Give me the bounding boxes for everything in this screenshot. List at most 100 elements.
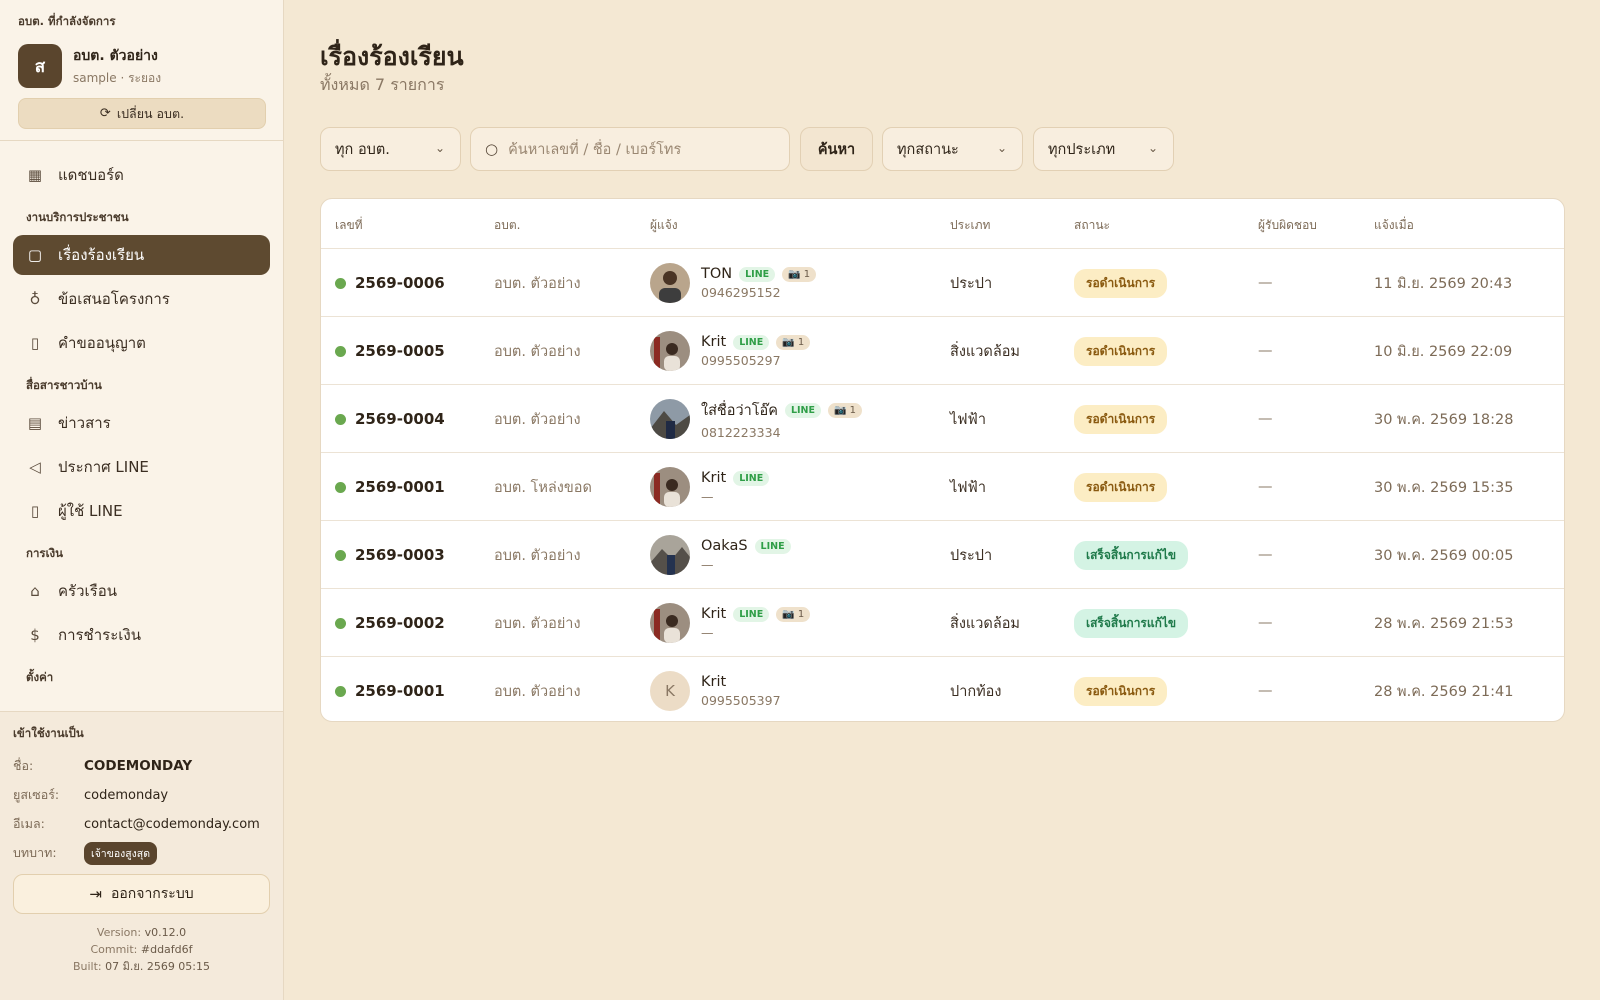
avatar [650, 263, 690, 303]
reporter-phone: — [701, 489, 714, 504]
status-badge: รอดำเนินการ [1074, 404, 1168, 434]
row-date: 11 มิ.ย. 2569 20:43 [1374, 275, 1513, 292]
sidebar-item-label: ข่าวสาร [58, 414, 111, 432]
user-email-label: อีเมล: [13, 816, 45, 831]
search-input[interactable]: ○ ค้นหาเลขที่ / ชื่อ / เบอร์โทร [470, 127, 790, 171]
reporter-name: Krit [701, 674, 727, 690]
table-row[interactable]: 2569-0001 อบต. โหล่งขอด Krit LINE — ไฟฟ้า… [321, 453, 1564, 521]
user-email: contact@codemonday.com [84, 816, 260, 832]
row-org: อบต. ตัวอย่าง [494, 547, 581, 564]
reporter-phone: 0946295152 [701, 285, 781, 300]
status-badge: รอดำเนินการ [1074, 472, 1168, 502]
complaint-id: 2569-0001 [355, 682, 445, 700]
sidebar-item-label: เรื่องร้องเรียน [58, 246, 145, 264]
sidebar-nav: ▦ แดชบอร์ด งานบริการประชาชน ▢ เรื่องร้อง… [0, 141, 283, 711]
org-switcher: อบต. ที่กำลังจัดการ ส อบต. ตัวอย่าง samp… [0, 0, 283, 141]
table-row[interactable]: 2569-0002 อบต. ตัวอย่าง Krit LINE 📷 1 — สิ… [321, 589, 1564, 657]
role-badge: เจ้าของสูงสุด [84, 841, 158, 865]
nav-section-settings: ตั้งค่า [26, 670, 54, 684]
logout-icon: ⇥ [89, 885, 102, 903]
sidebar-item-label: คำขออนุญาต [58, 334, 146, 352]
table-row[interactable]: 2569-0004 อบต. ตัวอย่าง ใส่ชื่อว่าโอ๊ค LI… [321, 385, 1564, 453]
org-filter-select[interactable]: ทุก อบต. ⌄ [320, 127, 461, 171]
logout-button[interactable]: ⇥ ออกจากระบบ [13, 874, 270, 914]
document-icon: ▯ [30, 334, 40, 352]
sidebar-item-dashboard[interactable]: ▦ แดชบอร์ด [13, 155, 270, 195]
sidebar-item-payments[interactable]: $ การชำระเงิน [13, 615, 270, 655]
complaint-id: 2569-0003 [355, 546, 445, 564]
line-badge: LINE [733, 334, 770, 350]
receipt-icon: $ [30, 626, 40, 644]
row-assignee: — [1258, 615, 1273, 631]
reporter-phone: — [701, 625, 714, 640]
line-badge: LINE [733, 606, 770, 622]
status-filter-select[interactable]: ทุกสถานะ ⌄ [882, 127, 1023, 171]
reporter-phone: — [701, 557, 714, 572]
status-badge: เสร็จสิ้นการแก้ไข [1074, 540, 1189, 570]
status-dot [335, 549, 346, 561]
header-assignee: ผู้รับผิดชอบ [1258, 218, 1317, 232]
sidebar-item-label: การชำระเงิน [58, 626, 141, 644]
table-header: เลขที่ อบต. ผู้แจ้ง ประเภท สถานะ ผู้รับผ… [321, 199, 1564, 249]
switch-org-button[interactable]: ⟳ เปลี่ยน อบต. [18, 98, 266, 129]
row-assignee: — [1258, 479, 1273, 495]
sidebar-item-label: ข้อเสนอโครงการ [58, 290, 170, 308]
type-filter-select[interactable]: ทุกประเภท ⌄ [1033, 127, 1174, 171]
row-date: 30 พ.ค. 2569 00:05 [1374, 547, 1514, 564]
sidebar-item-label: แดชบอร์ด [58, 166, 124, 184]
sidebar-item-permits[interactable]: ▯ คำขออนุญาต [13, 323, 270, 363]
row-type: ปากท้อง [950, 683, 1002, 700]
sidebar-item-households[interactable]: ⌂ ครัวเรือน [13, 571, 270, 611]
user-username-label: ยูสเซอร์: [13, 787, 60, 802]
reporter-name: Krit [701, 470, 727, 486]
reporter-name: Krit [701, 334, 727, 350]
row-org: อบต. ตัวอย่าง [494, 343, 581, 360]
sidebar-item-line-users[interactable]: ▯ ผู้ใช้ LINE [13, 491, 270, 531]
commit-label: Commit: [90, 943, 138, 956]
row-org: อบต. ตัวอย่าง [494, 411, 581, 428]
row-type: ประปา [950, 547, 993, 564]
table-row[interactable]: 2569-0003 อบต. ตัวอย่าง OakaS LINE — ประป… [321, 521, 1564, 589]
sidebar-item-label: ผู้ใช้ LINE [58, 502, 123, 520]
table-row[interactable]: 2569-0001 อบต. ตัวอย่าง K Krit 099550539… [321, 657, 1564, 721]
row-assignee: — [1258, 411, 1273, 427]
row-assignee: — [1258, 275, 1273, 291]
logout-label: ออกจากระบบ [110, 886, 194, 902]
header-reporter: ผู้แจ้ง [650, 218, 678, 232]
sidebar-item-proposals[interactable]: ♁ ข้อเสนอโครงการ [13, 279, 270, 319]
org-caption: อบต. ที่กำลังจัดการ [18, 14, 116, 28]
reporter-name: Krit [701, 606, 727, 622]
avatar [650, 399, 690, 439]
row-org: อบต. ตัวอย่าง [494, 275, 581, 292]
sidebar-item-news[interactable]: ▤ ข่าวสาร [13, 403, 270, 443]
table-row[interactable]: 2569-0005 อบต. ตัวอย่าง Krit LINE 📷 1 0995… [321, 317, 1564, 385]
attachment-count-badge: 📷 1 [776, 606, 811, 622]
built-label: Built: [72, 960, 102, 973]
org-name: อบต. ตัวอย่าง [73, 47, 158, 64]
row-org: อบต. ตัวอย่าง [494, 615, 581, 632]
status-filter-value: ทุกสถานะ [897, 141, 959, 158]
row-type: ไฟฟ้า [950, 479, 986, 496]
chevron-down-icon: ⌄ [434, 141, 445, 155]
row-assignee: — [1258, 547, 1273, 563]
user-name: CODEMONDAY [84, 758, 193, 774]
nav-section-finance: การเงิน [26, 546, 64, 560]
sidebar-item-line-announce[interactable]: ◁ ประกาศ LINE [13, 447, 270, 487]
search-button-label: ค้นหา [817, 141, 856, 158]
refresh-icon: ⟳ [99, 106, 111, 121]
reporter-name: OakaS [701, 538, 748, 554]
row-date: 30 พ.ค. 2569 18:28 [1374, 411, 1514, 428]
search-button[interactable]: ค้นหา [800, 127, 873, 171]
sidebar-item-complaints[interactable]: ▢ เรื่องร้องเรียน [13, 235, 270, 275]
version-label: Version: [96, 926, 142, 939]
user-caption: เข้าใช้งานเป็น [13, 726, 84, 740]
page-title: เรื่องร้องเรียน [320, 42, 464, 71]
user-role-label: บทบาท: [13, 845, 57, 860]
table-row[interactable]: 2569-0006 อบต. ตัวอย่าง TON LINE 📷 1 09462… [321, 249, 1564, 317]
status-badge: รอดำเนินการ [1074, 268, 1168, 298]
sidebar: อบต. ที่กำลังจัดการ ส อบต. ตัวอย่าง samp… [0, 0, 284, 1000]
complaint-id: 2569-0002 [355, 614, 445, 632]
dashboard-icon: ▦ [27, 166, 43, 184]
megaphone-icon: ◁ [29, 458, 41, 476]
status-dot [335, 685, 346, 697]
